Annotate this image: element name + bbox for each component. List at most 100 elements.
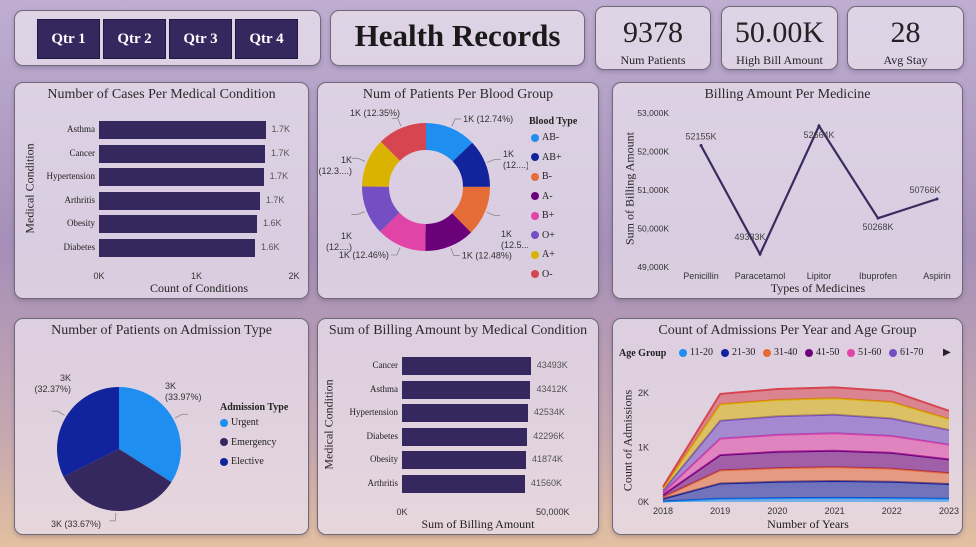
x-tick-label: 1K: [190, 271, 202, 281]
bar: [402, 380, 531, 399]
qtr-3-button[interactable]: Qtr 3: [169, 19, 232, 59]
admissions-age-chart: Count of Admissions Per Year and Age Gro…: [612, 318, 963, 535]
bar-category-label: Arthritis: [64, 194, 96, 205]
qtr-2-button[interactable]: Qtr 2: [103, 19, 166, 59]
leader-line: [174, 413, 189, 419]
legend-item[interactable]: A+: [531, 249, 555, 260]
legend-label: A+: [542, 249, 555, 260]
x-tick-label: Lipitor: [807, 271, 832, 281]
x-tick-label: 50,000K: [536, 507, 570, 517]
qtr-4-button[interactable]: Qtr 4: [235, 19, 298, 59]
bar: [99, 168, 264, 186]
x-tick-label: Aspirin: [923, 271, 951, 281]
y-tick-label: 0K: [638, 497, 649, 507]
legend-item[interactable]: O-: [531, 269, 553, 280]
leader-line: [391, 118, 402, 127]
legend-label: O-: [542, 268, 553, 280]
bar-data-label: 1.7K: [269, 171, 289, 181]
page-title: Health Records: [354, 18, 561, 53]
bar: [99, 121, 266, 139]
point-data-label: 50766K: [909, 185, 940, 195]
blood-group-chart: Num of Patients Per Blood Group 1K (12.7…: [317, 82, 599, 299]
kpi-label: High Bill Amount: [736, 53, 823, 67]
kpi-value: 9378: [623, 16, 683, 49]
legend-item[interactable]: B-: [531, 171, 552, 182]
bar-category-label: Obesity: [370, 454, 398, 464]
bar-data-label: 1.6K: [262, 218, 282, 228]
legend-item[interactable]: O+: [531, 230, 555, 241]
legend-item[interactable]: AB+: [531, 152, 562, 163]
legend-item[interactable]: 41-50: [805, 347, 839, 358]
bar-category-label: Cancer: [372, 360, 398, 370]
slice-data-label: 1K (12.74%): [463, 114, 513, 124]
x-tick-label: 2K: [288, 271, 300, 281]
legend-item[interactable]: 61-70: [889, 347, 923, 358]
legend-label: 51-60: [858, 347, 882, 358]
legend-item[interactable]: A-: [531, 191, 553, 202]
line-point[interactable]: [699, 144, 703, 148]
legend-label: B+: [542, 210, 555, 221]
legend-label: AB+: [542, 151, 562, 163]
bar-data-label: 1.6K: [261, 241, 280, 252]
kpi-value: 50.00K: [734, 16, 825, 49]
y-tick-label: 2K: [638, 388, 649, 398]
bar-data-label: 42296K: [533, 430, 565, 441]
legend-swatch: [531, 211, 539, 220]
legend-item[interactable]: 31-40: [763, 347, 797, 358]
legend-item[interactable]: 11-20: [679, 347, 713, 358]
legend-label: Urgent: [231, 417, 259, 428]
legend-swatch: [220, 457, 228, 466]
line-point[interactable]: [758, 252, 762, 256]
x-tick-label: 2019: [710, 506, 730, 516]
chart-title: Number of Cases Per Medical Condition: [47, 87, 276, 102]
legend-swatch: [531, 270, 539, 278]
bar-data-label: 42534K: [533, 407, 565, 417]
legend-label: A-: [542, 190, 553, 202]
line-point[interactable]: [935, 197, 939, 201]
legend-swatch: [220, 438, 228, 446]
page-title-card: Health Records: [330, 10, 585, 66]
line-point[interactable]: [876, 216, 880, 220]
point-data-label: 52664K: [803, 130, 834, 140]
kpi-label: Avg Stay: [883, 53, 928, 67]
kpi-num-patients: 9378 Num Patients: [595, 6, 711, 70]
legend-item[interactable]: B+: [531, 210, 554, 221]
qtr-1-button[interactable]: Qtr 1: [37, 19, 100, 59]
slice-data-label: 1K (12....): [326, 231, 352, 252]
legend-label: AB-: [542, 132, 560, 143]
point-data-label: 49333K: [734, 232, 765, 242]
legend-item[interactable]: 21-30: [721, 347, 755, 358]
x-tick-label: 0K: [93, 271, 105, 281]
slice-data-label: 1K (12....): [503, 149, 528, 170]
x-tick-label: 2018: [653, 506, 673, 516]
bar: [402, 427, 528, 446]
bar-category-label: Arthritis: [367, 477, 399, 488]
y-tick-label: 1K: [638, 442, 649, 452]
y-tick-label: 51,000K: [637, 185, 669, 195]
x-tick-label: 0K: [396, 507, 408, 517]
slice-data-label: 1K (12.35%): [350, 108, 400, 118]
legend-swatch: [847, 348, 855, 357]
legend-item[interactable]: 51-60: [847, 347, 881, 358]
x-tick-label: Ibuprofen: [859, 271, 897, 281]
bar: [402, 357, 531, 375]
legend-swatch: [531, 192, 539, 200]
legend-label: B-: [542, 171, 552, 182]
bar-data-label: 1.7K: [271, 147, 290, 158]
y-tick-label: 49,000K: [637, 262, 669, 272]
legend-label: 41-50: [816, 347, 840, 358]
line-point[interactable]: [817, 124, 821, 128]
leader-line: [51, 410, 65, 416]
x-tick-label: 2023: [939, 506, 959, 516]
legend-item[interactable]: AB-: [531, 132, 559, 143]
blood-group-donut: 1K (12.74%)1K(12....)1K(12.5....)1K (12.…: [318, 108, 528, 261]
x-axis-title: Count of Conditions: [149, 281, 248, 295]
legend-swatch: [805, 348, 813, 357]
billing-line-plot: 53,000K 52,000K 51,000K 50,000K 49,000K 52155…: [637, 108, 951, 281]
legend-item[interactable]: Elective: [220, 456, 264, 467]
kpi-label: Num Patients: [620, 53, 686, 67]
legend-item[interactable]: Urgent: [220, 417, 259, 428]
legend-item[interactable]: Emergency: [220, 437, 276, 448]
legend-swatch: [763, 348, 771, 357]
legend-label: Elective: [231, 456, 264, 467]
